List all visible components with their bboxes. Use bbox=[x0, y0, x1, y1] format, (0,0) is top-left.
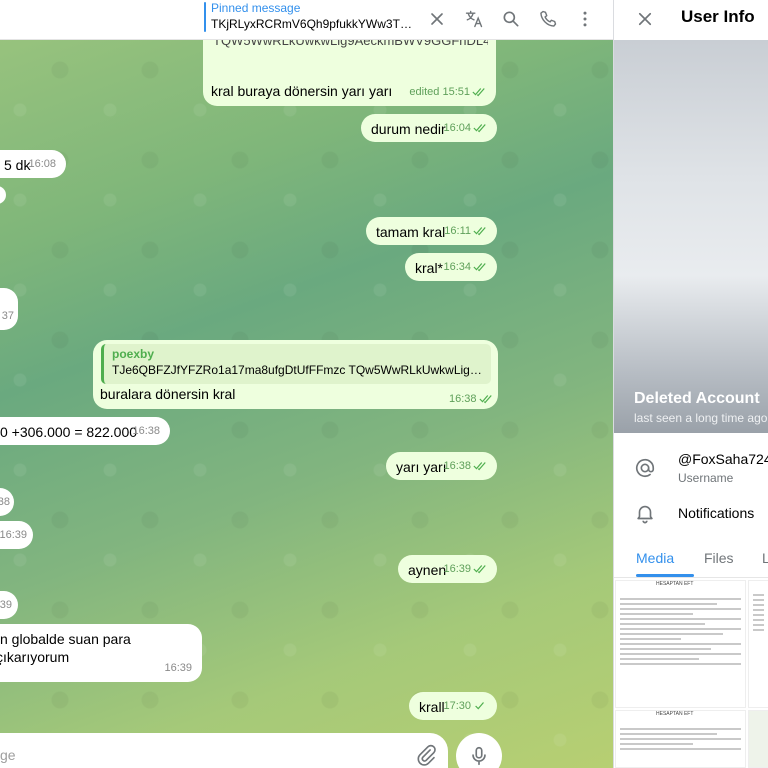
message-text: 0 +306.000 = 822.000 bbox=[0, 424, 138, 440]
message-outgoing[interactable]: krall 17:30 bbox=[409, 692, 497, 720]
message-incoming[interactable]: 0 +306.000 = 822.000 16:38 bbox=[0, 417, 170, 445]
reply-author: poexby bbox=[112, 347, 155, 361]
tab-files[interactable]: Files bbox=[704, 550, 734, 566]
time-value: 16:38 bbox=[443, 460, 471, 472]
doc-lines bbox=[620, 595, 741, 668]
bell-icon bbox=[634, 502, 656, 524]
message-time: 37 bbox=[1, 310, 14, 322]
pinned-title[interactable]: Pinned message bbox=[211, 1, 300, 15]
username-label: Username bbox=[678, 471, 734, 485]
at-sign-icon bbox=[634, 457, 656, 479]
doc-lines bbox=[620, 725, 741, 753]
search-icon[interactable] bbox=[498, 6, 524, 32]
message-outgoing[interactable]: aynen 16:39 bbox=[398, 555, 497, 583]
time-value: 16:04 bbox=[443, 122, 471, 134]
translate-icon[interactable] bbox=[461, 6, 487, 32]
message-time: 16:11 bbox=[444, 222, 487, 240]
close-icon[interactable] bbox=[632, 6, 658, 32]
edited-label: edited bbox=[409, 86, 440, 98]
message-time: 16:39 bbox=[164, 662, 192, 674]
doc-title: HESAPTAN EFT bbox=[656, 711, 694, 717]
message-time: 16:38 bbox=[443, 457, 487, 475]
message-text: n globalde suan para çıkarıyorum bbox=[0, 631, 131, 665]
time-value: 16:39 bbox=[443, 563, 471, 575]
pinned-indicator bbox=[204, 2, 209, 32]
tab-links[interactable]: L bbox=[762, 550, 768, 566]
time-value: 17:30 bbox=[443, 700, 471, 712]
reply-text: TJe6QBFZJfYFZRo1a17ma8ufgDtUfFFmzc TQw5W… bbox=[112, 363, 483, 377]
notifications-label: Notifications bbox=[678, 505, 755, 521]
message-time: 16:34 bbox=[443, 258, 487, 276]
profile-avatar[interactable]: Deleted Account last seen a long time ag… bbox=[614, 40, 768, 433]
message-time: 38 bbox=[0, 496, 10, 508]
user-info-panel: User Info Deleted Account last seen a lo… bbox=[613, 0, 768, 768]
message-time: edited 15:51 bbox=[409, 83, 486, 101]
profile-name: Deleted Account bbox=[634, 390, 760, 407]
message-text: buralara dönersin kral bbox=[100, 386, 236, 402]
message-incoming[interactable]: n globalde suan para çıkarıyorum 16:39 bbox=[0, 624, 202, 682]
message-incoming[interactable]: 37 bbox=[0, 288, 18, 330]
close-pinned-icon[interactable] bbox=[424, 6, 450, 32]
panel-header: User Info bbox=[614, 0, 768, 40]
phone-icon[interactable] bbox=[535, 6, 561, 32]
double-check-icon bbox=[473, 263, 486, 272]
panel-title: User Info bbox=[681, 7, 755, 26]
composer-placeholder: ge bbox=[0, 747, 16, 763]
reply-quote[interactable]: poexby TJe6QBFZJfYFZRo1a17ma8ufgDtUfFFmz… bbox=[101, 344, 491, 384]
media-thumbnail[interactable]: HESAPTAN EFT bbox=[615, 580, 746, 708]
time-value: 16:11 bbox=[444, 225, 471, 237]
message-text: kral* bbox=[415, 260, 444, 276]
microphone-icon bbox=[472, 746, 486, 766]
message-time: 17:30 bbox=[443, 697, 487, 715]
double-check-icon bbox=[473, 462, 486, 471]
more-vertical-icon[interactable] bbox=[572, 6, 598, 32]
message-text: aynen bbox=[408, 562, 447, 578]
time-value: 16:34 bbox=[443, 261, 471, 273]
double-check-icon bbox=[472, 88, 485, 97]
attach-icon[interactable] bbox=[412, 741, 440, 768]
media-thumbnail[interactable] bbox=[748, 580, 768, 708]
doc-lines bbox=[753, 591, 764, 634]
active-tab-indicator bbox=[636, 574, 694, 577]
profile-status: last seen a long time ago bbox=[634, 411, 768, 425]
double-check-icon bbox=[473, 227, 486, 236]
message-time: 16:04 bbox=[443, 119, 487, 137]
message-composer[interactable]: ge bbox=[0, 733, 448, 768]
message-incoming[interactable]: 16:39 bbox=[0, 521, 33, 549]
message-text: durum nedir bbox=[371, 121, 446, 137]
message-outgoing[interactable]: kral* 16:34 bbox=[405, 253, 497, 281]
message-time: 16:39 bbox=[0, 529, 27, 541]
media-tabs: Media Files L bbox=[614, 540, 768, 578]
username-value: @FoxSaha724 bbox=[678, 451, 768, 467]
media-thumbnail[interactable] bbox=[748, 710, 768, 768]
time-value: 15:51 bbox=[442, 86, 470, 98]
message-text: tamam kral bbox=[376, 224, 446, 240]
message-outgoing[interactable]: yarı yarı 16:38 bbox=[386, 452, 497, 480]
media-thumbnail[interactable]: HESAPTAN EFT bbox=[615, 710, 746, 768]
message-time: 16:38 bbox=[449, 393, 493, 405]
chat-area: TQW5WwRLkUwkwLig9AeckmBWV9GGFnDL4t kral … bbox=[0, 0, 613, 768]
doc-title: HESAPTAN EFT bbox=[656, 581, 694, 587]
time-value: 16:38 bbox=[449, 393, 477, 405]
message-text: 5 dk bbox=[4, 157, 31, 173]
pinned-text[interactable]: TKjRLyxRCRmV6Qh9pfukkYWw3TPk... bbox=[211, 17, 415, 31]
message-time: 16:39 bbox=[443, 560, 487, 578]
message-outgoing[interactable]: tamam kral 16:11 bbox=[366, 217, 497, 245]
message-text: yarı yarı bbox=[396, 459, 447, 475]
message-time: 16:08 bbox=[28, 158, 56, 170]
message-time: 16:38 bbox=[132, 425, 160, 437]
message-outgoing[interactable]: durum nedir 16:04 bbox=[361, 114, 497, 142]
message-time: 39 bbox=[0, 599, 12, 611]
double-check-icon bbox=[473, 124, 486, 133]
message-incoming[interactable]: 5 dk 16:08 bbox=[0, 150, 66, 178]
notifications-row[interactable]: Notifications bbox=[614, 497, 768, 533]
single-check-icon bbox=[475, 702, 484, 710]
username-row[interactable]: @FoxSaha724 Username bbox=[614, 445, 768, 495]
double-check-icon bbox=[478, 395, 492, 404]
message-text: kral buraya dönersin yarı yarı bbox=[211, 83, 393, 99]
chat-header: Pinned message TKjRLyxRCRmV6Qh9pfukkYWw3… bbox=[0, 0, 613, 40]
double-check-icon bbox=[473, 565, 486, 574]
message-text: krall bbox=[419, 699, 445, 715]
tab-media[interactable]: Media bbox=[636, 550, 674, 566]
